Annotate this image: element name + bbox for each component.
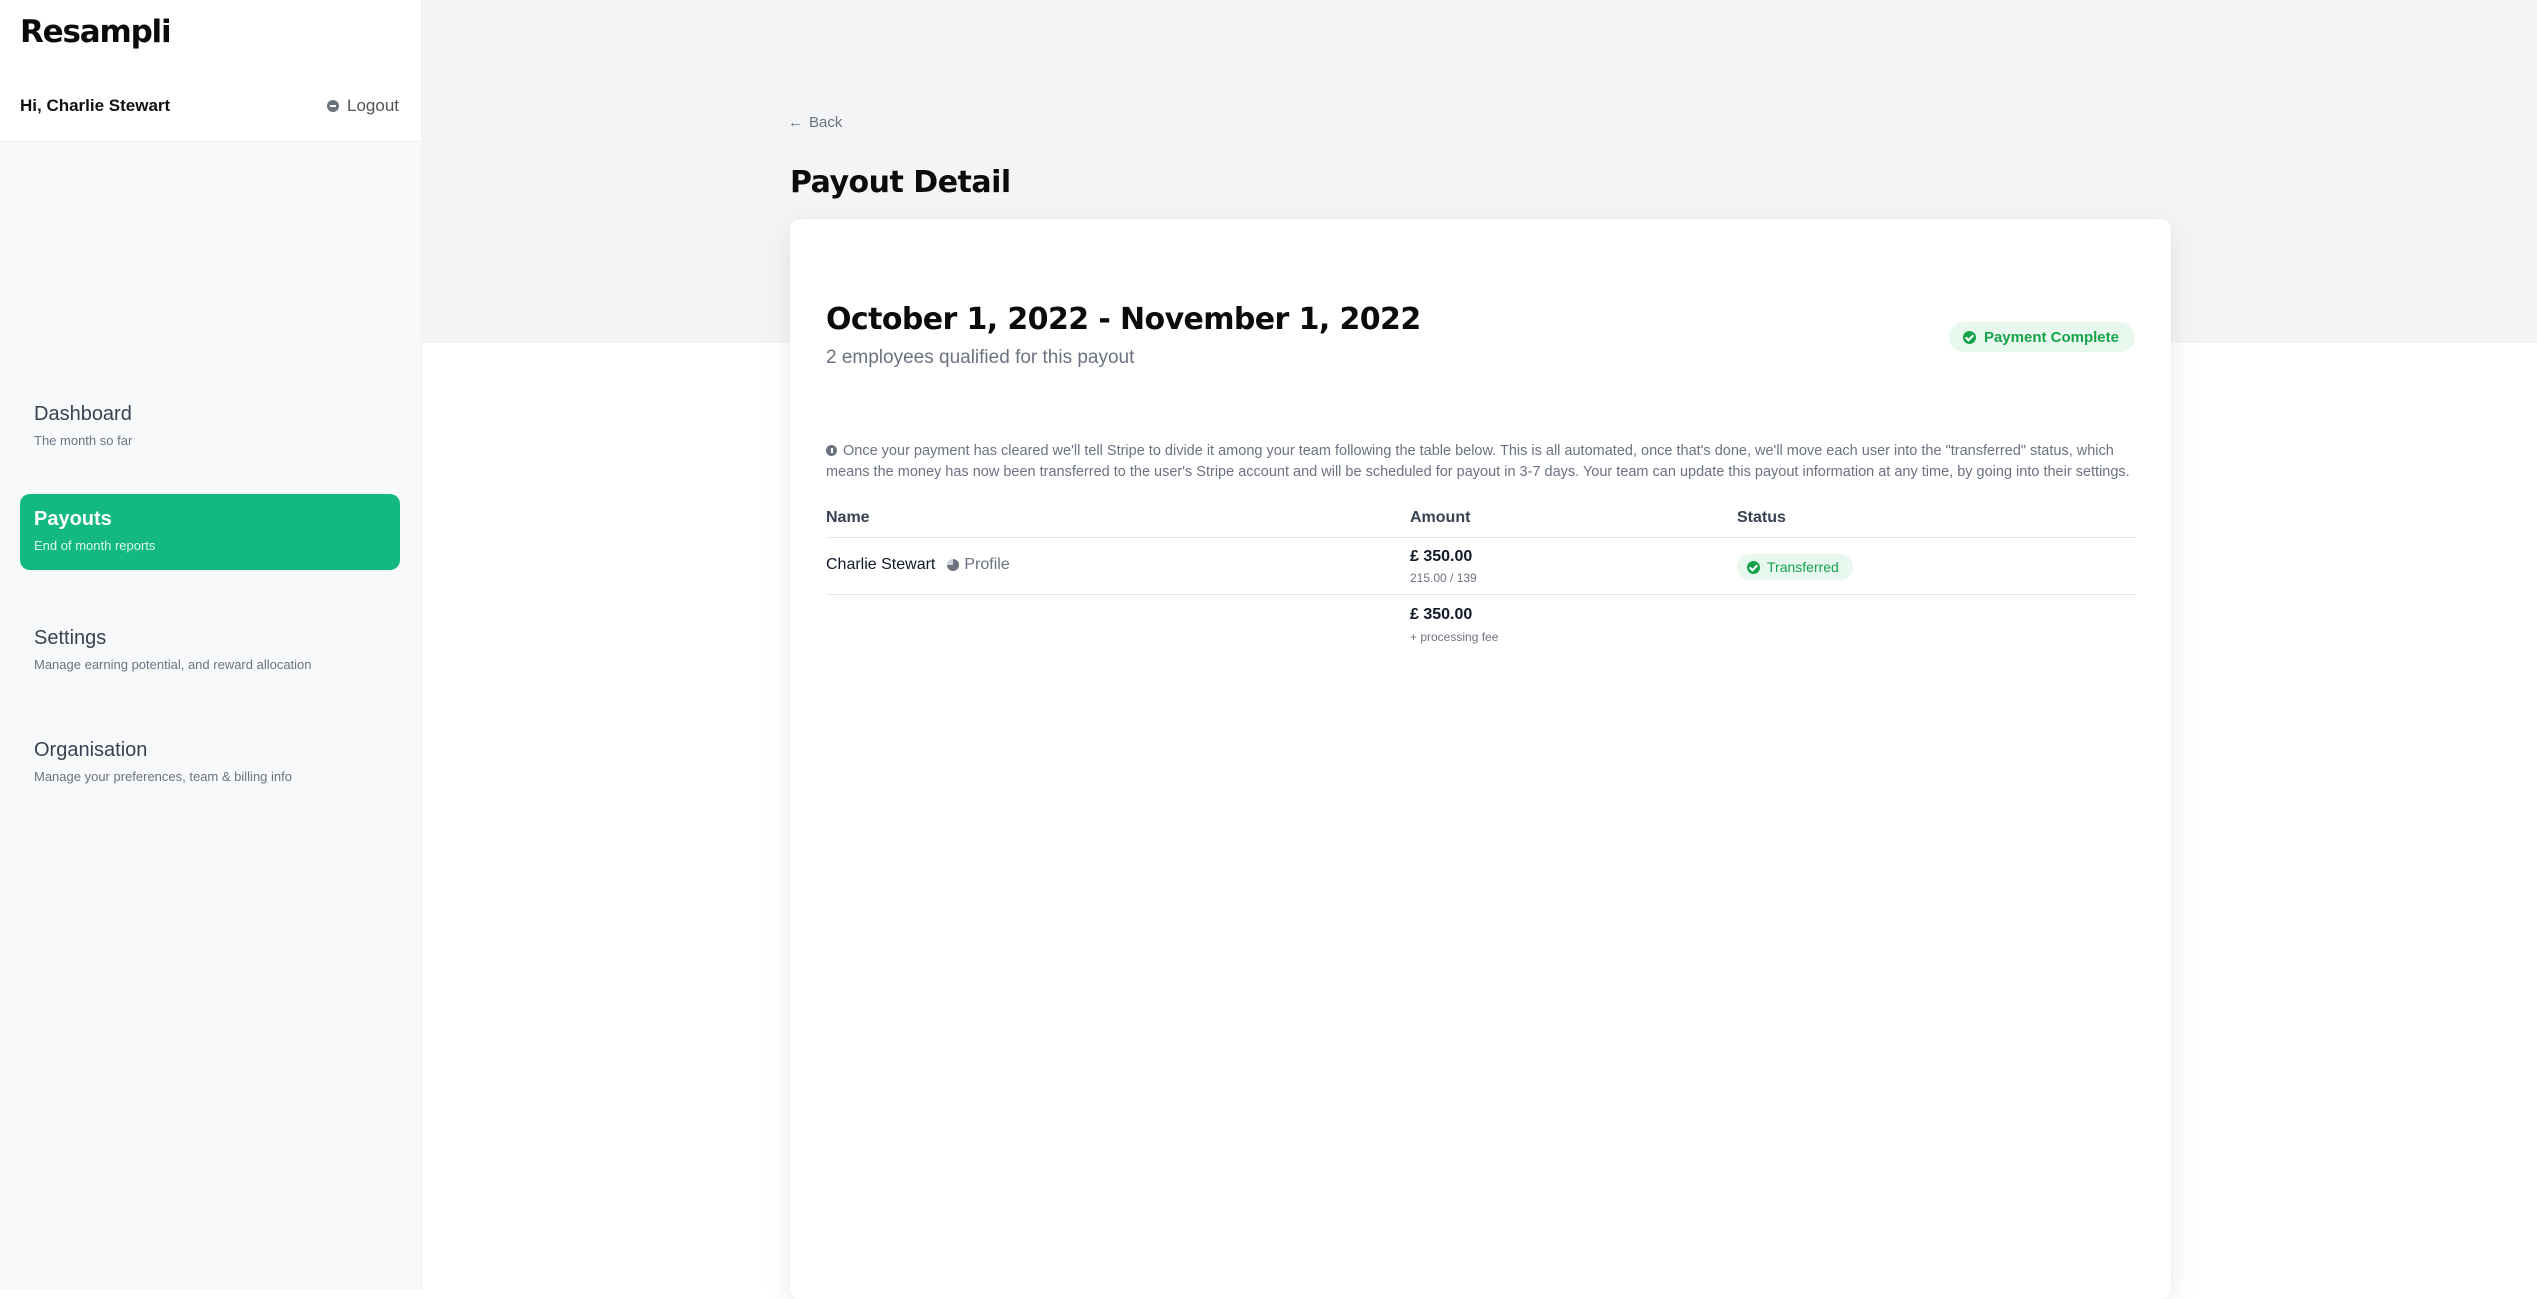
check-circle-icon — [1962, 330, 1976, 344]
sidebar-item-label: Organisation — [34, 739, 148, 761]
check-circle-icon — [1747, 560, 1760, 574]
sidebar: Resampli Hi, Charlie Stewart Logout Dash… — [0, 0, 422, 1290]
payout-period: October 1, 2022 - November 1, 2022 — [826, 302, 1421, 337]
transfer-status-label: Transferred — [1767, 559, 1839, 575]
name-cell: Charlie Stewart Profile — [826, 556, 1010, 574]
qualified-count: 2 employees qualified for this payout — [826, 347, 1135, 368]
back-link[interactable]: ← Back — [788, 114, 842, 131]
info-note: Once your payment has cleared we'll tell… — [826, 441, 2136, 483]
user-greeting: Hi, Charlie Stewart — [20, 96, 171, 115]
sidebar-item-payouts[interactable]: Payouts End of month reports — [20, 494, 400, 570]
column-header-status: Status — [1737, 509, 1786, 526]
profile-link[interactable]: Profile — [947, 556, 1010, 574]
sidebar-item-label: Payouts — [34, 508, 112, 530]
payment-status-label: Payment Complete — [1983, 328, 2119, 346]
info-icon — [826, 445, 837, 456]
column-header-name: Name — [826, 509, 870, 526]
employee-name: Charlie Stewart — [826, 556, 936, 573]
sidebar-item-subtitle: End of month reports — [34, 538, 156, 553]
info-text: Once your payment has cleared we'll tell… — [826, 443, 2130, 480]
sidebar-item-subtitle: The month so far — [34, 433, 133, 448]
sidebar-item-label: Settings — [34, 627, 107, 649]
sidebar-item-label: Dashboard — [34, 403, 132, 425]
logo[interactable]: Resampli — [20, 14, 172, 50]
table-header: Name Amount Status — [826, 507, 2136, 538]
page-title: Payout Detail — [790, 165, 1011, 200]
transfer-status-badge: Transferred — [1737, 554, 1853, 580]
total-note: + processing fee — [1410, 630, 1499, 644]
sidebar-item-subtitle: Manage earning potential, and reward all… — [34, 657, 312, 672]
amount-value: £ 350.00 — [1410, 548, 1473, 565]
logout-icon — [327, 100, 339, 112]
arrow-left-icon: ← — [788, 114, 803, 131]
sidebar-item-subtitle: Manage your preferences, team & billing … — [34, 769, 292, 784]
profile-label: Profile — [964, 556, 1010, 573]
sidebar-header: Resampli Hi, Charlie Stewart Logout — [0, 0, 421, 142]
payout-card: October 1, 2022 - November 1, 2022 2 emp… — [790, 219, 2171, 1299]
logout-button[interactable]: Logout — [327, 96, 399, 116]
back-label: Back — [809, 114, 843, 131]
payment-status-badge: Payment Complete — [1948, 322, 2135, 352]
sidebar-item-organisation[interactable]: Organisation Manage your preferences, te… — [20, 725, 400, 801]
pie-chart-icon — [947, 559, 960, 571]
amount-detail: 215.00 / 139 — [1410, 571, 1477, 585]
sidebar-item-settings[interactable]: Settings Manage earning potential, and r… — [20, 613, 400, 689]
table-row: Charlie Stewart Profile £ 350.00 215.00 … — [826, 538, 2136, 595]
logout-label: Logout — [347, 96, 399, 115]
sidebar-item-dashboard[interactable]: Dashboard The month so far — [20, 389, 400, 465]
column-header-amount: Amount — [1410, 509, 1471, 526]
total-amount: £ 350.00 — [1410, 606, 1473, 623]
